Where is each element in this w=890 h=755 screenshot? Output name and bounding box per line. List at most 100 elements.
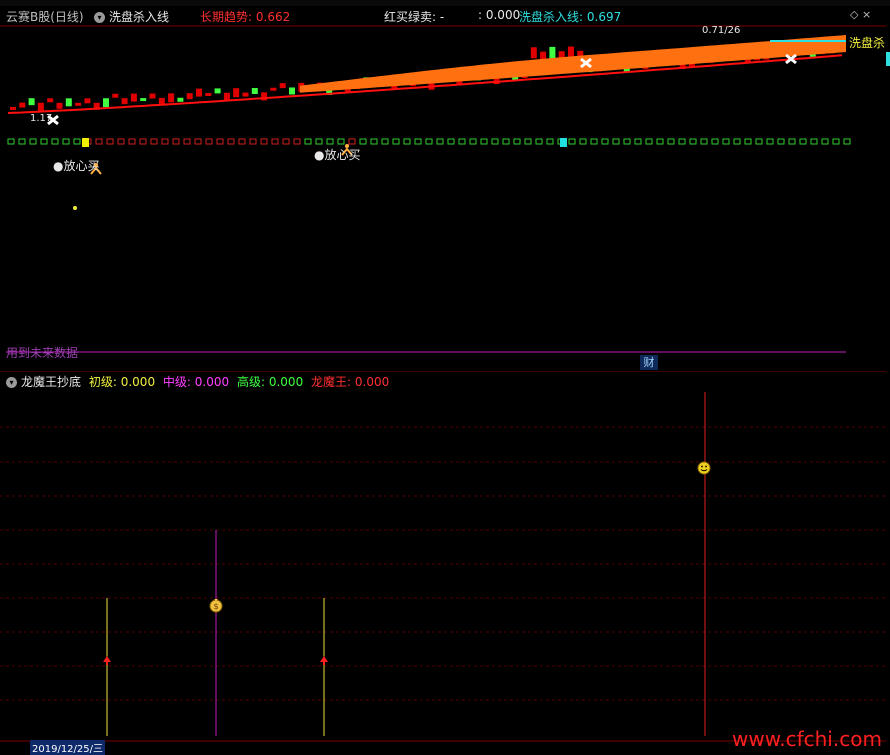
- lower-chart: $: [0, 392, 886, 742]
- signal-square: [766, 138, 774, 145]
- smiley-icon: [697, 461, 711, 475]
- signal-square: [623, 138, 631, 145]
- signal-square: [194, 138, 202, 145]
- candle: [75, 102, 82, 106]
- signal-square: [832, 138, 840, 145]
- candle: [186, 93, 193, 100]
- signal-square: [810, 138, 818, 145]
- signal-square: [788, 138, 796, 145]
- signal-square: [733, 138, 741, 145]
- yellow-signal-block: [82, 138, 89, 147]
- candle: [270, 87, 277, 91]
- signal-square: [359, 138, 367, 145]
- candle: [19, 102, 26, 108]
- signal-square: [62, 138, 70, 145]
- signal-square: [117, 138, 125, 145]
- signal-square: [458, 138, 466, 145]
- signal-square: [227, 138, 235, 145]
- signal-square: [590, 138, 598, 145]
- signal-square: [491, 138, 499, 145]
- signal-square: [205, 138, 213, 145]
- yellow-dot: [73, 206, 77, 210]
- candle: [10, 106, 16, 110]
- candle: [112, 93, 119, 98]
- candle: [37, 102, 44, 112]
- right-edge-marker: [886, 52, 890, 66]
- signal-square: [370, 138, 378, 145]
- candle: [28, 98, 35, 106]
- candle: [251, 87, 258, 94]
- signal-square: [546, 138, 554, 145]
- signal-square: [128, 138, 136, 145]
- signal-square: [249, 138, 257, 145]
- up-arrow-icon: [320, 656, 328, 665]
- signal-square: [150, 138, 158, 145]
- signal-square: [678, 138, 686, 145]
- cyan-signal-block: [560, 138, 567, 147]
- signal-square: [469, 138, 477, 145]
- signal-square: [95, 138, 103, 145]
- signal-square: [183, 138, 191, 145]
- watermark: www.cfchi.com: [732, 727, 882, 751]
- price-tag-high: 0.71/26: [702, 25, 741, 36]
- signal-square: [282, 138, 290, 145]
- candle: [121, 98, 128, 105]
- signal-square: [216, 138, 224, 145]
- signal-square: [315, 138, 323, 145]
- up-arrow-icon: [103, 656, 111, 665]
- candle: [84, 98, 91, 104]
- signal-square: [601, 138, 609, 145]
- candle: [140, 98, 147, 102]
- signal-square: [447, 138, 455, 145]
- svg-text:$: $: [213, 602, 218, 611]
- signal-square: [667, 138, 675, 145]
- signal-square: [326, 138, 334, 145]
- signal-square: [7, 138, 15, 145]
- signal-square: [293, 138, 301, 145]
- signal-square: [843, 138, 851, 145]
- signal-square: [700, 138, 708, 145]
- signal-square: [271, 138, 279, 145]
- signal-square: [403, 138, 411, 145]
- candle: [242, 92, 249, 97]
- candle: [56, 102, 63, 109]
- signal-square: [711, 138, 719, 145]
- signal-square: [51, 138, 59, 145]
- signal-square: [568, 138, 576, 145]
- signal-square: [634, 138, 642, 145]
- signal-square: [139, 138, 147, 145]
- signal-square: [425, 138, 433, 145]
- candle: [205, 93, 212, 97]
- trend-line: [7, 54, 843, 114]
- signal-square: [414, 138, 422, 145]
- orange-band: [300, 35, 846, 93]
- candle: [130, 93, 137, 102]
- signal-square: [579, 138, 587, 145]
- signal-square-row: [7, 138, 851, 145]
- future-data-notice: 用到未来数据: [6, 346, 79, 360]
- signal-square: [106, 138, 114, 145]
- signal-square: [73, 138, 81, 145]
- signal-square: [381, 138, 389, 145]
- signal-square: [524, 138, 532, 145]
- signal-square: [513, 138, 521, 145]
- finance-badge[interactable]: 财: [640, 355, 658, 370]
- candle: [47, 98, 54, 103]
- signal-square: [755, 138, 763, 145]
- signal-square: [348, 138, 356, 145]
- candle: [196, 88, 202, 97]
- candle: [233, 88, 240, 98]
- candle: [149, 93, 156, 99]
- candle: [65, 98, 72, 107]
- washout-right-label: 洗盘杀: [849, 36, 886, 50]
- signal-square: [502, 138, 510, 145]
- signal-square: [392, 138, 400, 145]
- signal-square: [40, 138, 48, 145]
- candle: [279, 83, 286, 89]
- signal-square: [238, 138, 246, 145]
- signal-square: [337, 138, 345, 145]
- signal-square: [260, 138, 268, 145]
- signal-square: [645, 138, 653, 145]
- signal-label-2: ●放心买: [314, 148, 361, 162]
- signal-square: [29, 138, 37, 145]
